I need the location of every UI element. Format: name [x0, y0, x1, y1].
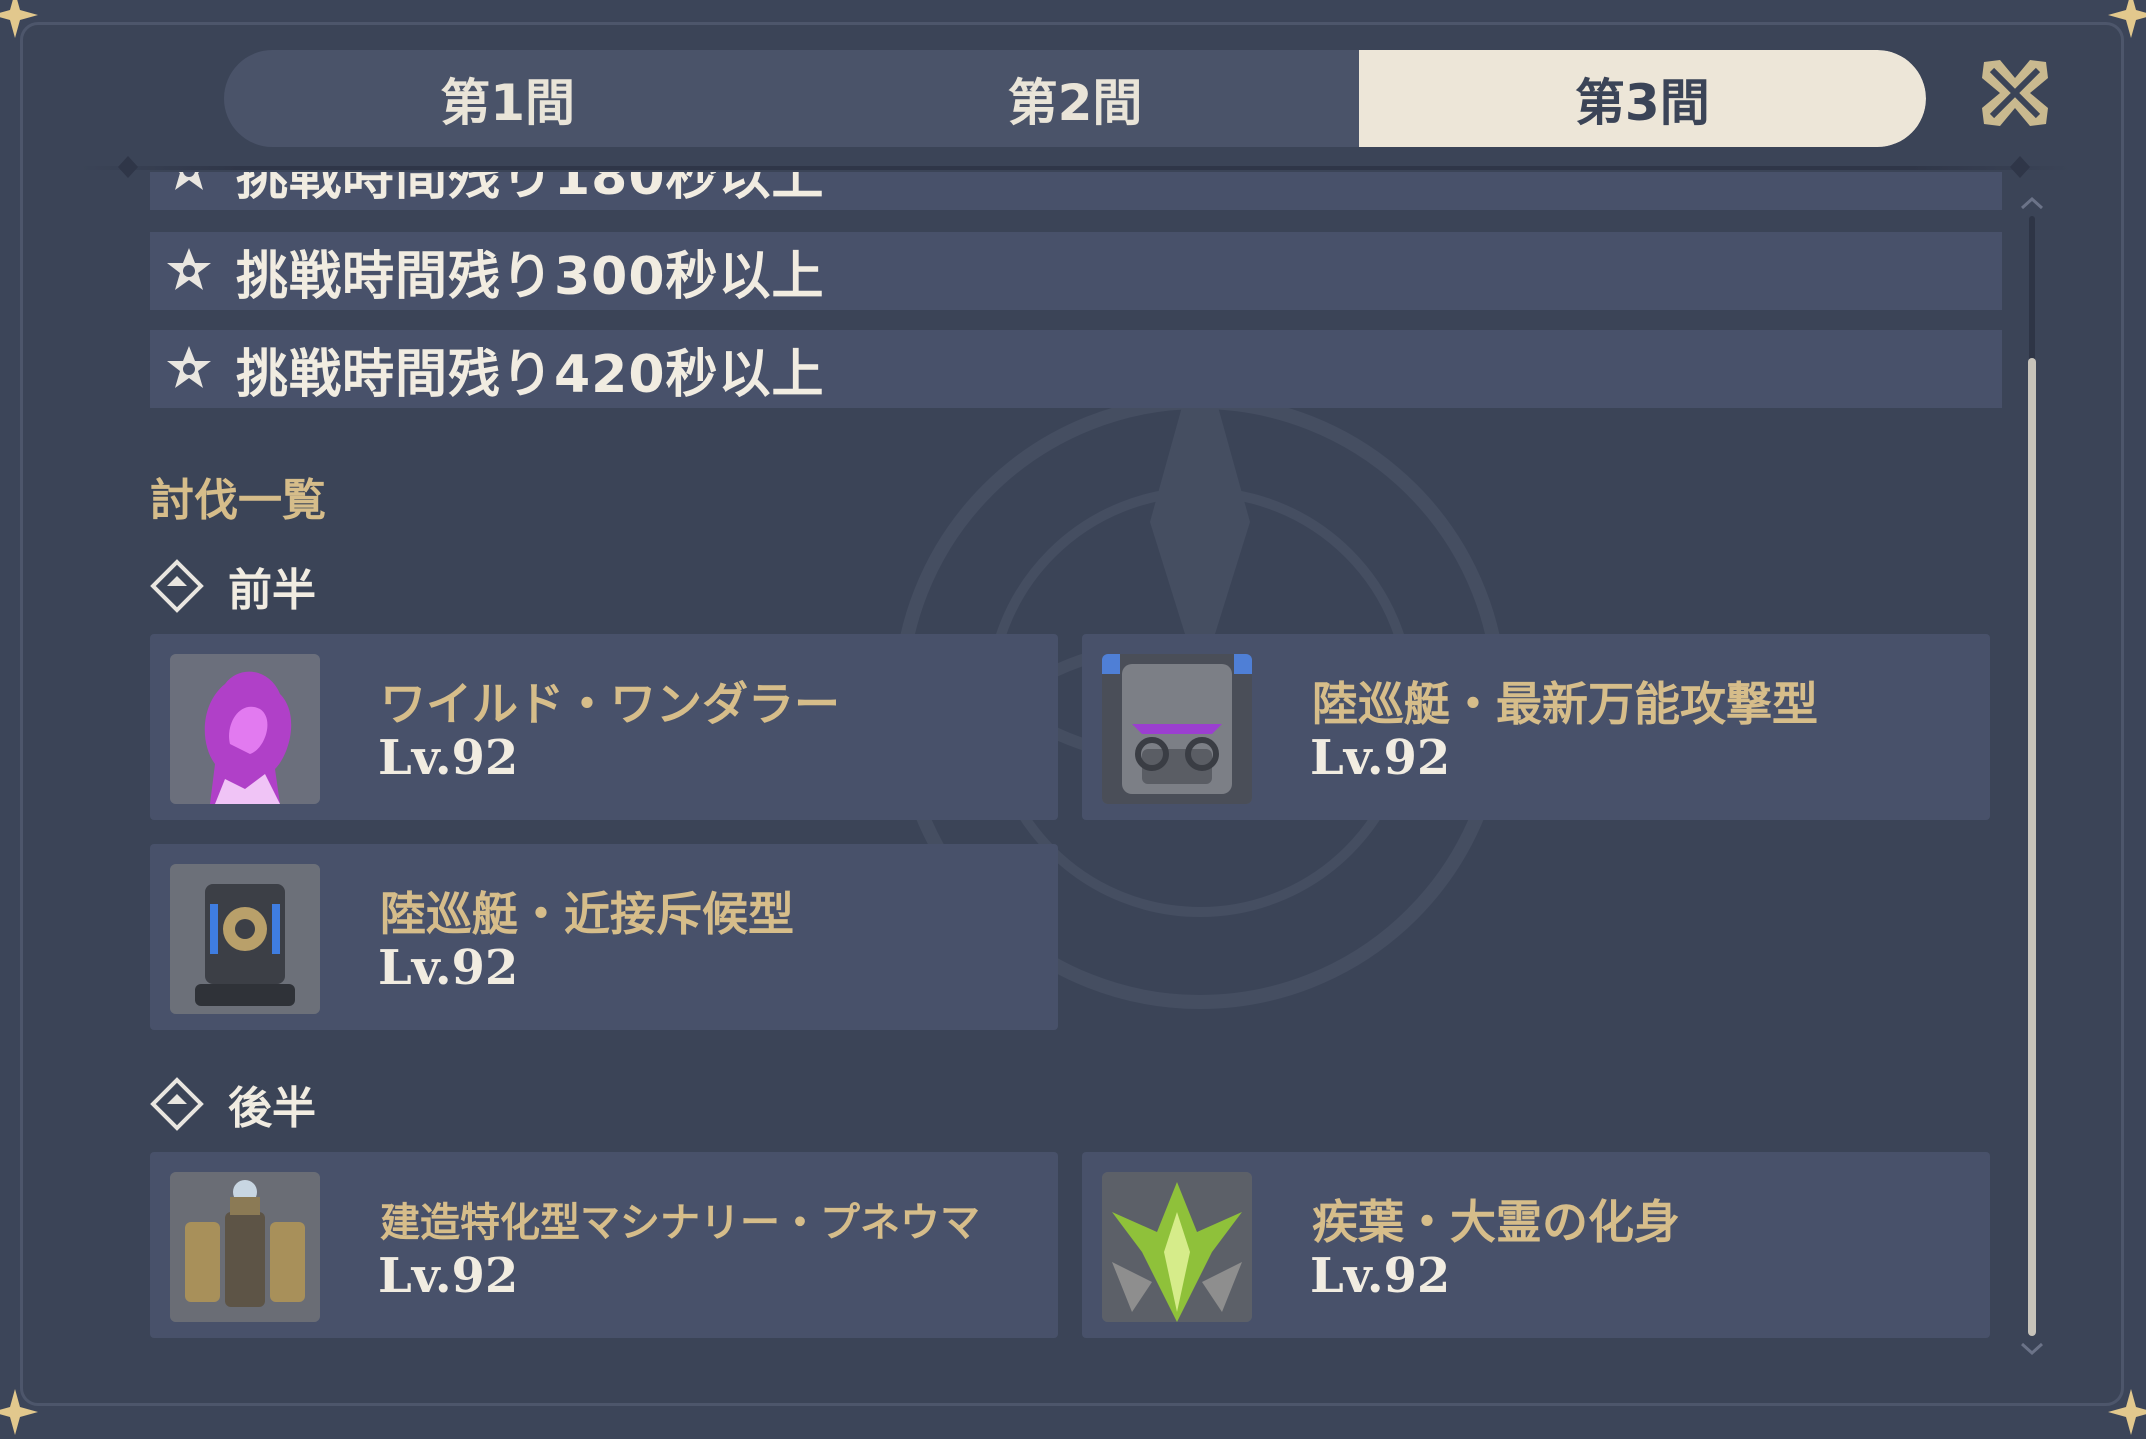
- condition-text: 挑戦時間残り420秒以上: [236, 344, 825, 405]
- scout-machine-icon: [170, 864, 320, 1014]
- divider-ornament-icon: [88, 156, 138, 178]
- tab-chamber-2[interactable]: 第2間: [791, 50, 1358, 147]
- tab-chamber-1[interactable]: 第1間: [224, 50, 791, 147]
- enemy-card[interactable]: 疾葉・大霊の化身 Lv.92: [1082, 1152, 1990, 1338]
- enemy-level: Lv.92: [378, 1248, 519, 1304]
- corner-star-icon: [0, 1389, 38, 1435]
- header-divider: [80, 166, 2070, 170]
- enemy-level: Lv.92: [1310, 1248, 1451, 1304]
- section-title: 討伐一覧: [150, 475, 326, 526]
- scroll-thumb[interactable]: [2028, 358, 2036, 1336]
- scroll-down-icon: [2020, 1342, 2044, 1356]
- second-half-header: 後半: [150, 1072, 316, 1136]
- enemy-level: Lv.92: [1310, 730, 1451, 786]
- chamber-tabs: 第1間 第2間 第3間: [224, 50, 1926, 147]
- corner-star-icon: [2108, 1389, 2146, 1435]
- second-half-label: 後半: [228, 1083, 316, 1134]
- close-button[interactable]: [1978, 56, 2052, 130]
- diamond-icon: [150, 559, 204, 613]
- enemy-card[interactable]: 陸巡艇・近接斥候型 Lv.92: [150, 844, 1058, 1030]
- enemy-card[interactable]: 建造特化型マシナリー・プネウマ Lv.92: [150, 1152, 1058, 1338]
- divider-ornament-icon: [2010, 156, 2060, 178]
- enemy-name: 建造特化型マシナリー・プネウマ: [380, 1200, 980, 1246]
- condition-text: 挑戦時間残り180秒以上: [236, 172, 825, 207]
- scroll-up-icon: [2020, 196, 2044, 210]
- purple-flame-spirit-icon: [170, 654, 320, 804]
- chamber-detail: 挑戦時間残り180秒以上 挑戦時間残り300秒以上 挑戦時間残り420秒以上 討…: [150, 172, 2002, 1352]
- builder-machine-icon: [170, 1172, 320, 1322]
- close-icon: [1982, 60, 2048, 126]
- enemy-name: ワイルド・ワンダラー: [380, 677, 840, 731]
- star-icon: [167, 346, 211, 388]
- diamond-icon: [150, 1077, 204, 1131]
- tab-chamber-3[interactable]: 第3間: [1358, 50, 1926, 147]
- scrollbar[interactable]: [2020, 196, 2044, 1356]
- armored-construct-icon: [1102, 654, 1252, 804]
- corner-star-icon: [0, 0, 38, 38]
- enemy-level: Lv.92: [378, 940, 519, 996]
- enemy-card[interactable]: 陸巡艇・最新万能攻撃型 Lv.92: [1082, 634, 1990, 820]
- star-condition-2: 挑戦時間残り300秒以上: [150, 232, 2002, 310]
- enemy-card[interactable]: ワイルド・ワンダラー Lv.92: [150, 634, 1058, 820]
- first-half-label: 前半: [228, 565, 316, 616]
- condition-text: 挑戦時間残り300秒以上: [236, 246, 825, 307]
- enemy-level: Lv.92: [378, 730, 519, 786]
- enemy-name: 陸巡艇・近接斥候型: [380, 887, 794, 941]
- leaf-spirit-icon: [1102, 1172, 1252, 1322]
- star-condition-1: 挑戦時間残り180秒以上: [150, 172, 2002, 210]
- star-icon: [175, 172, 203, 190]
- star-icon: [167, 248, 211, 290]
- star-condition-3: 挑戦時間残り420秒以上: [150, 330, 2002, 408]
- enemy-name: 陸巡艇・最新万能攻撃型: [1312, 677, 1818, 731]
- enemy-name: 疾葉・大霊の化身: [1312, 1195, 1680, 1249]
- first-half-header: 前半: [150, 554, 316, 618]
- corner-star-icon: [2108, 0, 2146, 38]
